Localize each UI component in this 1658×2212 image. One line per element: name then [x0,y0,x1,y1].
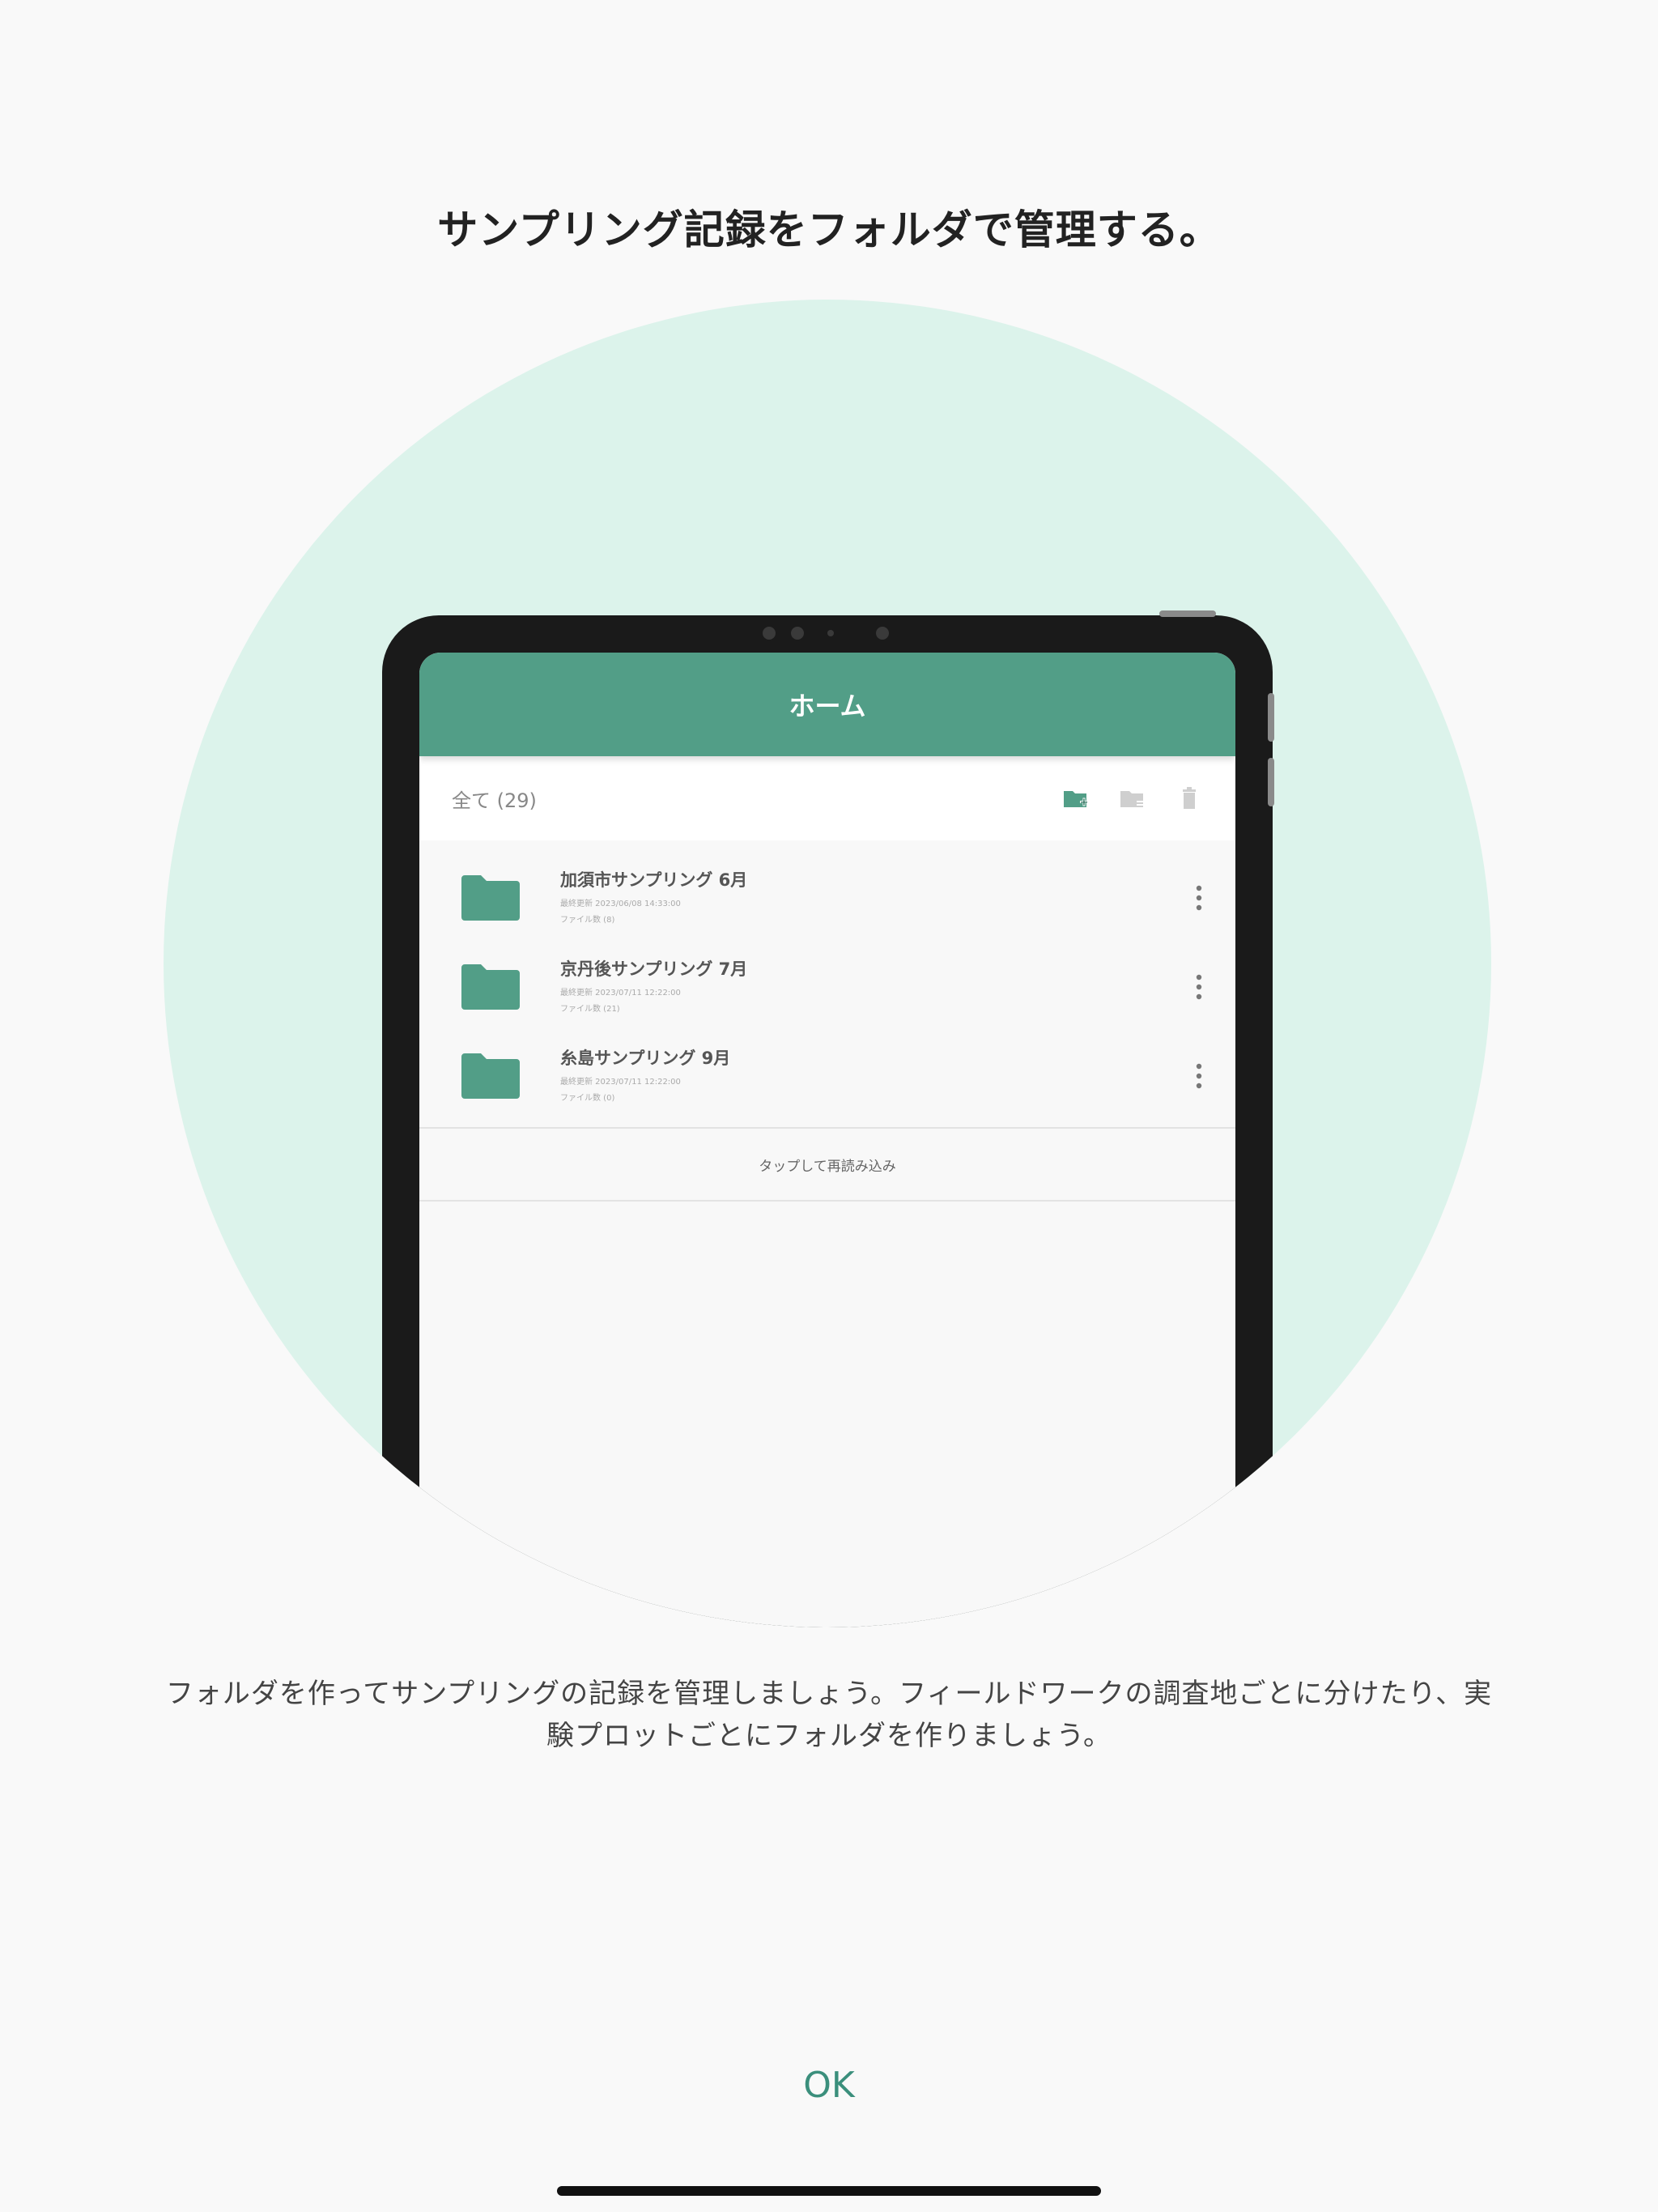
tablet-volume-button [1268,758,1274,806]
tablet-volume-button [1268,693,1274,742]
page-title: サンプリング記録をフォルダで管理する。 [437,206,1221,253]
mockup-appbar-title: ホーム [789,691,866,721]
mockup-folder-row: 京丹後サンプリング 7月 最終更新 2023/07/11 12:22:00 ファ… [419,942,1235,1032]
camera-dot [791,627,804,640]
tablet-screen: ホーム 全て (29) 加須市サンプリング 6月 最終更新 2023/06/08… [419,653,1235,1627]
camera-dot [763,627,776,640]
folder-name: 糸島サンプリング 9月 [560,1049,731,1068]
folder-file-count: ファイル数 (0) [560,1094,615,1103]
tablet-mockup: ホーム 全て (29) 加須市サンプリング 6月 最終更新 2023/06/08… [382,610,1274,1627]
folder-file-count: ファイル数 (21) [560,1005,620,1014]
folder-name: 加須市サンプリング 6月 [560,870,748,890]
move-folder-icon [1120,791,1144,807]
mockup-reload-bar: タップして再読み込み [419,1127,1235,1202]
home-indicator[interactable] [557,2186,1101,2196]
mockup-appbar: ホーム [419,653,1235,756]
mockup-folder-row: 加須市サンプリング 6月 最終更新 2023/06/08 14:33:00 ファ… [419,853,1235,942]
tablet-top-button [1159,610,1216,617]
onboarding-page: サンプリング記録をフォルダで管理する。 ホーム 全て (29) 加須市サンプリン… [0,0,1658,2212]
folder-icon [461,875,520,921]
more-vert-icon [1196,885,1202,911]
folder-updated: 最終更新 2023/07/11 12:22:00 [560,989,681,998]
description-text: フォルダを作ってサンプリングの記録を管理しましょう。フィールドワークの調査地ごと… [165,1678,1493,1752]
folder-icon [461,1053,520,1099]
mockup-folder-row: 糸島サンプリング 9月 最終更新 2023/07/11 12:22:00 ファイ… [419,1032,1235,1121]
more-vert-icon [1196,1063,1202,1089]
illustration-circle: ホーム 全て (29) 加須市サンプリング 6月 最終更新 2023/06/08… [164,300,1491,1627]
trash-icon [1183,787,1196,809]
folder-updated: 最終更新 2023/07/11 12:22:00 [560,1078,681,1087]
mockup-all-count: 全て (29) [452,789,537,812]
new-folder-icon [1064,791,1088,807]
mockup-reload-label: タップして再読み込み [759,1158,896,1175]
camera-dot [827,630,834,636]
folder-updated: 最終更新 2023/06/08 14:33:00 [560,900,681,908]
more-vert-icon [1196,974,1202,1000]
folder-icon [461,964,520,1010]
camera-dot [876,627,889,640]
mockup-toolbar: 全て (29) [419,756,1235,840]
mockup-folder-list: 加須市サンプリング 6月 最終更新 2023/06/08 14:33:00 ファ… [419,840,1235,1202]
folder-name: 京丹後サンプリング 7月 [560,959,748,979]
ok-button[interactable]: OK [748,2057,910,2113]
folder-file-count: ファイル数 (8) [560,916,615,925]
